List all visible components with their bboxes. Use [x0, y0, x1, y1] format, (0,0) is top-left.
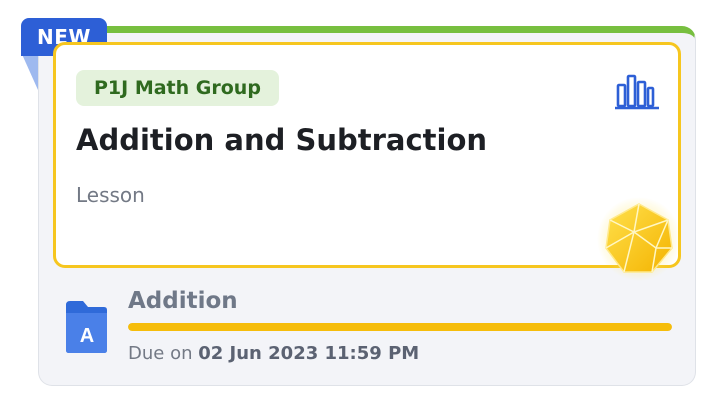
assignment-title[interactable]: Addition [128, 288, 238, 314]
due-date: Due on 02 Jun 2023 11:59 PM [128, 343, 419, 364]
progress-bar [128, 323, 672, 331]
ribbon-fold [21, 52, 38, 90]
group-badge: P1J Math Group [76, 70, 279, 106]
progress-fill [128, 323, 672, 331]
lesson-inner-card[interactable]: P1J Math Group Addition and Subtraction … [53, 42, 681, 268]
due-datetime: 02 Jun 2023 11:59 PM [198, 343, 420, 364]
lesson-title: Addition and Subtraction [76, 123, 488, 157]
lesson-type: Lesson [76, 183, 145, 207]
folder-letter: A [80, 325, 94, 347]
gold-gem-icon [597, 197, 681, 281]
bar-chart-icon[interactable] [614, 73, 660, 111]
folder-a-icon: A [66, 301, 107, 353]
due-prefix: Due on [128, 343, 193, 364]
